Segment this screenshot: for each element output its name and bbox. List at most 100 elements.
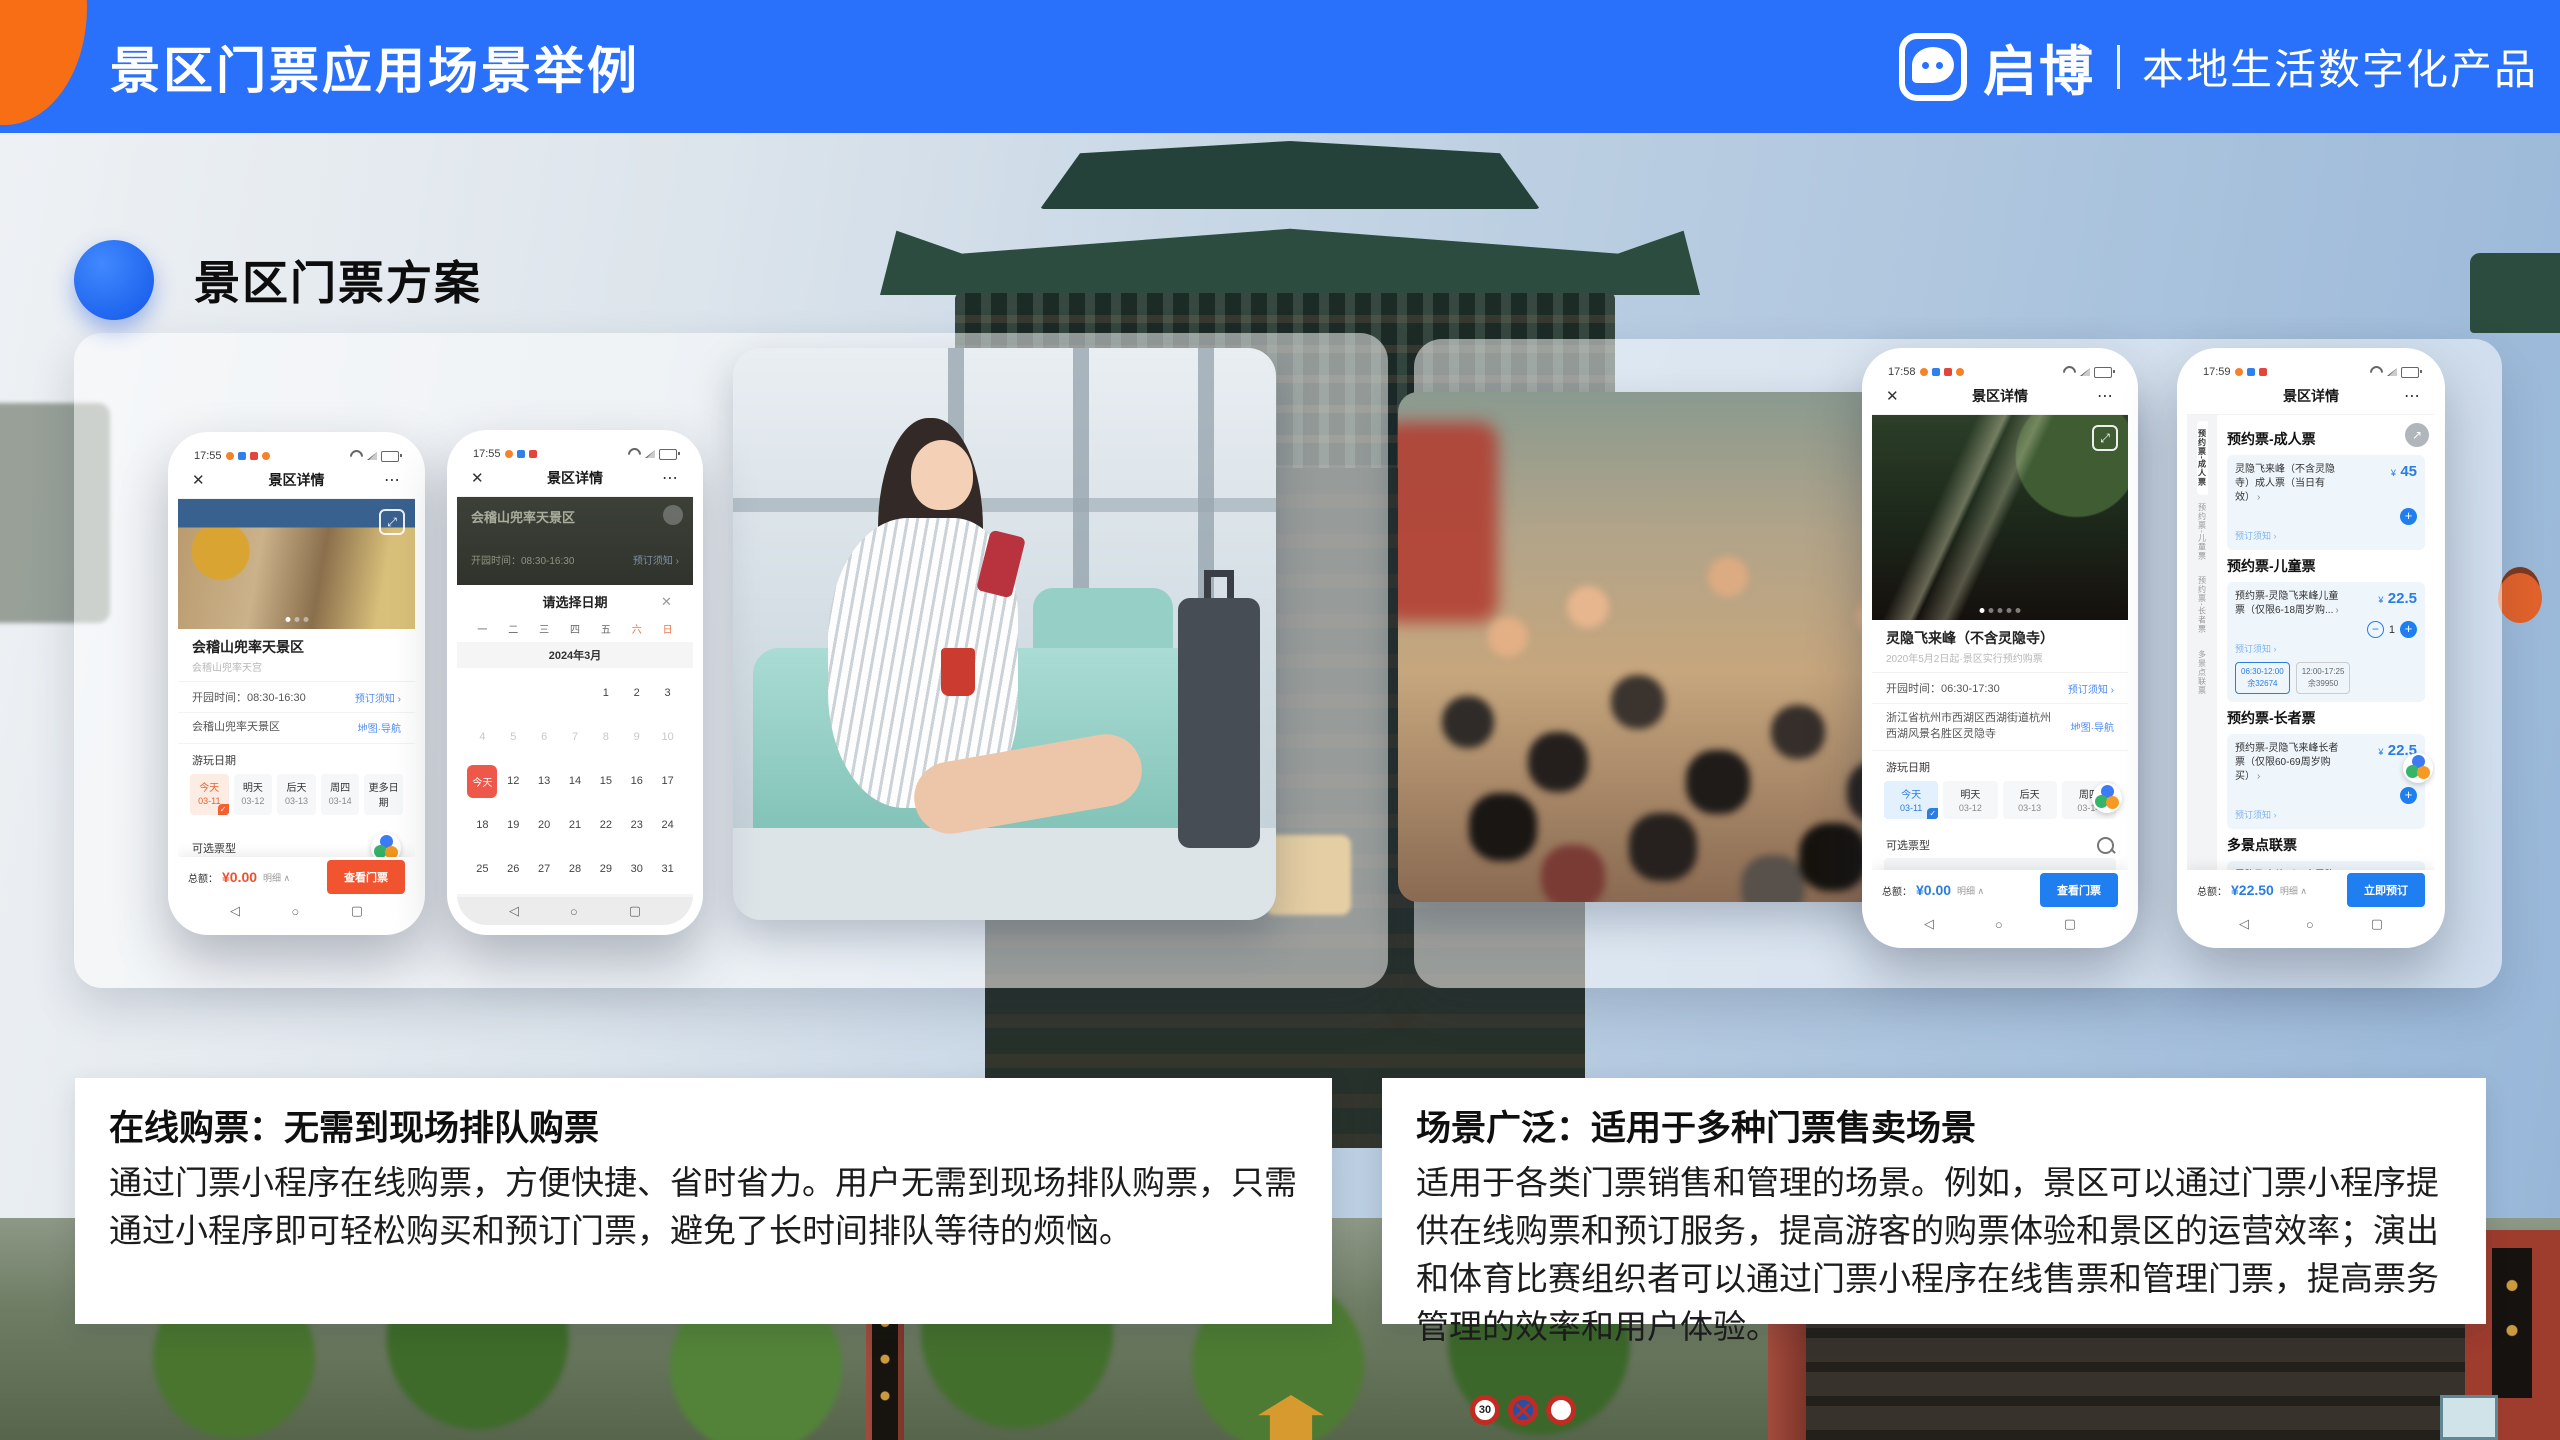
ticket-category-tab[interactable]: 多景点联票	[2197, 642, 2208, 703]
date-chip[interactable]: 周四03-14	[321, 774, 360, 815]
booking-notice-link[interactable]: 预订须知 ›	[355, 690, 401, 705]
no-stopping-sign	[1508, 1395, 1538, 1425]
detail-toggle[interactable]: 明细 ∧	[263, 871, 290, 884]
home-icon[interactable]: ○	[2306, 917, 2314, 932]
more-icon[interactable]: ⋯	[639, 468, 679, 488]
minus-icon[interactable]: −	[2367, 621, 2384, 638]
calendar-day[interactable]: 16	[621, 775, 652, 787]
booking-notice-link[interactable]: 预订须知 ›	[2235, 642, 2417, 655]
close-icon[interactable]: ✕	[471, 469, 511, 487]
share-icon[interactable]: ↗	[2405, 423, 2429, 447]
mini-app-cluster-icon[interactable]	[2403, 753, 2433, 783]
detail-toggle[interactable]: 明细 ∧	[2280, 884, 2307, 897]
ticket-card[interactable]: 预约票-灵隐飞来峰儿童票（仅限6-18周岁购...› ¥ 22.5 − 1 + …	[2227, 582, 2425, 702]
calendar-day[interactable]: 20	[529, 819, 560, 831]
calendar-day[interactable]: 27	[529, 863, 560, 875]
map-nav-button[interactable]: 地图·导航	[358, 720, 401, 735]
close-icon[interactable]: ✕	[192, 471, 232, 489]
calendar-day[interactable]: 2	[621, 687, 652, 699]
calendar-day[interactable]: 19	[498, 819, 529, 831]
date-picker-header: 请选择日期 ✕	[457, 585, 693, 618]
home-icon[interactable]: ○	[570, 904, 578, 919]
map-nav-button[interactable]: 地图·导航	[2071, 719, 2114, 734]
time-slot[interactable]: 06:30-12:00余32674	[2235, 662, 2290, 694]
booking-notice-link[interactable]: 预订须知 ›	[2235, 808, 2417, 821]
date-chip-date: 03-13	[279, 796, 314, 806]
calendar-day[interactable]: 今天	[467, 765, 498, 798]
calendar-day[interactable]: 9	[621, 731, 652, 743]
detail-toggle[interactable]: 明细 ∧	[1957, 884, 1984, 897]
mini-app-cluster-icon[interactable]	[2092, 783, 2122, 813]
calendar-day[interactable]: 7	[560, 731, 591, 743]
back-icon[interactable]: ◁	[2239, 916, 2249, 932]
today-chip: 今天	[467, 765, 497, 798]
time-slot[interactable]: 12:00-17:25余39950	[2296, 662, 2351, 694]
street-sign	[2440, 1395, 2498, 1440]
calendar-day[interactable]: 17	[652, 775, 683, 787]
more-icon[interactable]: ⋯	[361, 470, 401, 490]
more-icon[interactable]: ⋯	[2381, 386, 2421, 406]
date-chip[interactable]: 明天03-12	[234, 774, 273, 815]
calendar-day[interactable]: 10	[652, 731, 683, 743]
calendar-day[interactable]: 28	[560, 863, 591, 875]
recent-apps-icon[interactable]: ▢	[2064, 916, 2076, 932]
home-icon[interactable]: ○	[291, 904, 299, 919]
date-chip[interactable]: 今天03-11✓	[190, 774, 229, 815]
recent-apps-icon[interactable]: ▢	[629, 903, 641, 919]
calendar-day[interactable]: 29	[590, 863, 621, 875]
calendar-day[interactable]: 24	[652, 819, 683, 831]
ticket-card[interactable]: 预约票-灵隐飞来峰长者票（仅限60-69周岁购买）› ¥ 22.5 + 预订须知…	[2227, 734, 2425, 829]
ticket-category-tab[interactable]: 预约票-长者票	[2197, 568, 2208, 642]
calendar-day[interactable]: 26	[498, 863, 529, 875]
calendar-day[interactable]: 30	[621, 863, 652, 875]
calendar-day[interactable]: 13	[529, 775, 560, 787]
booking-notice-link[interactable]: 预订须知 ›	[2235, 529, 2417, 542]
calendar-day[interactable]: 22	[590, 819, 621, 831]
calendar-day[interactable]: 14	[560, 775, 591, 787]
date-chip[interactable]: 更多日期	[364, 774, 403, 815]
ticket-category-tab[interactable]: 预约票-儿童票	[2197, 495, 2208, 569]
ticket-category-tab[interactable]: 预约票-成人票	[2197, 421, 2208, 495]
calendar-day[interactable]: 15	[590, 775, 621, 787]
plus-icon[interactable]: +	[2400, 787, 2417, 804]
scenic-name: 会稽山兜率天景区	[178, 629, 415, 659]
date-chip[interactable]: 今天03-11✓	[1884, 781, 1938, 819]
recent-apps-icon[interactable]: ▢	[351, 903, 363, 919]
ticket-card[interactable]: 灵隐飞来峰（不含灵隐寺）成人票（当日有效）› ¥ 45 + 预订须知 ›	[2227, 455, 2425, 550]
expand-icon[interactable]: ⤢	[379, 509, 405, 535]
back-icon[interactable]: ◁	[509, 903, 519, 919]
expand-icon[interactable]: ⤢	[2092, 425, 2118, 451]
recent-apps-icon[interactable]: ▢	[2371, 916, 2383, 932]
red-cup	[941, 648, 975, 696]
back-icon[interactable]: ◁	[1924, 916, 1934, 932]
calendar-day[interactable]: 18	[467, 819, 498, 831]
calendar-day[interactable]: 4	[467, 731, 498, 743]
back-icon[interactable]: ◁	[230, 903, 240, 919]
plus-icon[interactable]: +	[2400, 621, 2417, 638]
calendar-day[interactable]: 25	[467, 863, 498, 875]
close-icon[interactable]: ✕	[661, 594, 679, 610]
home-icon[interactable]: ○	[1995, 917, 2003, 932]
view-tickets-button[interactable]: 查看门票	[327, 860, 405, 894]
calendar-day[interactable]: 8	[590, 731, 621, 743]
calendar-day[interactable]: 5	[498, 731, 529, 743]
close-icon[interactable]: ✕	[1886, 387, 1926, 405]
view-tickets-button[interactable]: 查看门票	[2040, 873, 2118, 907]
calendar-day[interactable]: 21	[560, 819, 591, 831]
date-chip[interactable]: 明天03-12	[1943, 781, 1997, 819]
date-chip[interactable]: 后天03-13	[277, 774, 316, 815]
calendar-day[interactable]: 6	[529, 731, 560, 743]
calendar-day[interactable]: 31	[652, 863, 683, 875]
booking-notice-link[interactable]: 预订须知 ›	[2068, 681, 2114, 696]
search-icon[interactable]	[2097, 837, 2114, 854]
calendar-day[interactable]: 12	[498, 775, 529, 787]
scenic-hero-image: ⤢	[178, 499, 415, 629]
date-chip[interactable]: 后天03-13	[2003, 781, 2057, 819]
plus-icon[interactable]: +	[2400, 508, 2417, 525]
wifi-icon	[347, 447, 365, 465]
calendar-day[interactable]: 23	[621, 819, 652, 831]
calendar-day[interactable]: 1	[590, 687, 621, 699]
calendar-day[interactable]: 3	[652, 687, 683, 699]
more-icon[interactable]: ⋯	[2074, 386, 2114, 406]
book-now-button[interactable]: 立即预订	[2347, 873, 2425, 907]
